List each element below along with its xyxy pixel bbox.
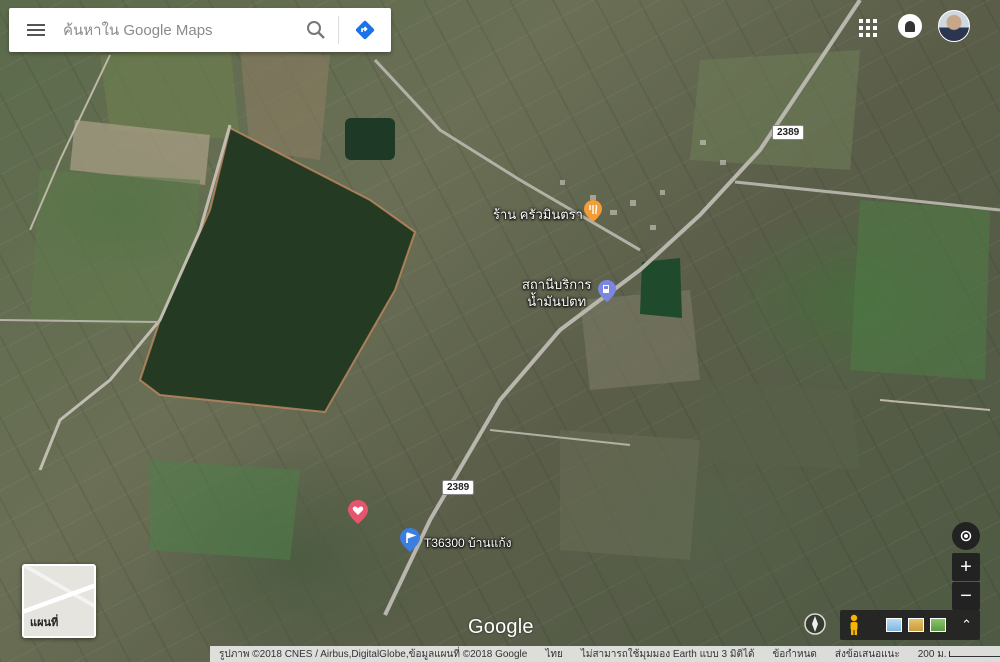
pegman-icon[interactable] — [848, 614, 860, 636]
imagery-thumb-sky[interactable] — [886, 618, 902, 632]
satellite-map[interactable]: 2389 2389 ร้าน ครัวมินตรา สถานีบริการ น้… — [0, 0, 1000, 662]
apps-grid-icon — [859, 19, 863, 23]
menu-icon — [27, 24, 45, 36]
menu-button[interactable] — [9, 8, 63, 52]
gas-station-name-line2: น้ำมันปตท — [527, 294, 587, 309]
notifications-button[interactable] — [898, 14, 922, 38]
place-label-restaurant[interactable]: ร้าน ครัวมินตรา — [493, 204, 583, 225]
imagery-attribution: รูปภาพ ©2018 CNES / Airbus,DigitalGlobe,… — [219, 648, 528, 660]
google-logo: Google — [468, 616, 534, 638]
road-shield-2389: 2389 — [772, 125, 805, 140]
imagery-thumb-field[interactable] — [930, 618, 946, 632]
street-view-panel: ⌃ — [840, 610, 980, 640]
location-icon — [960, 530, 972, 542]
road-shield-2389: 2389 — [442, 480, 475, 495]
zoom-out-button[interactable]: − — [952, 582, 980, 610]
earth-notice: ไม่สามารถใช้มุมมอง Earth แบบ 3 มิติได้ — [580, 648, 755, 660]
compass-icon — [804, 613, 826, 635]
notifications-icon — [905, 20, 915, 32]
expand-button[interactable]: ⌃ — [961, 617, 972, 633]
scale-line — [948, 650, 1000, 657]
map-features — [0, 0, 1000, 616]
search-input[interactable] — [63, 10, 294, 50]
scale-label: 200 ม. — [917, 648, 947, 660]
place-label-flag[interactable]: T36300 บ้านแก้ง — [424, 534, 511, 553]
map-layer-toggle[interactable]: แผนที่ — [22, 564, 96, 638]
directions-button[interactable] — [339, 8, 391, 52]
place-label-gas-station[interactable]: สถานีบริการ น้ำมันปตท — [522, 276, 591, 310]
compass-button[interactable] — [803, 612, 827, 641]
gas-station-name-line1: สถานีบริการ — [522, 277, 592, 292]
directions-icon — [355, 20, 375, 40]
layer-toggle-label: แผนที่ — [30, 617, 59, 629]
terms-link[interactable]: ข้อกำหนด — [763, 647, 825, 662]
imagery-thumb-desert[interactable] — [908, 618, 924, 632]
apps-grid-button[interactable] — [856, 16, 880, 40]
scale-bar[interactable]: 200 ม. — [909, 647, 1000, 662]
language-link[interactable]: ไทย — [536, 647, 571, 662]
search-icon — [307, 21, 325, 39]
search-box — [9, 8, 391, 52]
my-location-button[interactable] — [952, 522, 980, 550]
zoom-in-button[interactable]: + — [952, 553, 980, 581]
feedback-link[interactable]: ส่งข้อเสนอแนะ — [826, 647, 909, 662]
attribution-bar: รูปภาพ ©2018 CNES / Airbus,DigitalGlobe,… — [210, 646, 1000, 662]
account-avatar[interactable] — [938, 10, 970, 42]
search-button[interactable] — [294, 8, 338, 52]
